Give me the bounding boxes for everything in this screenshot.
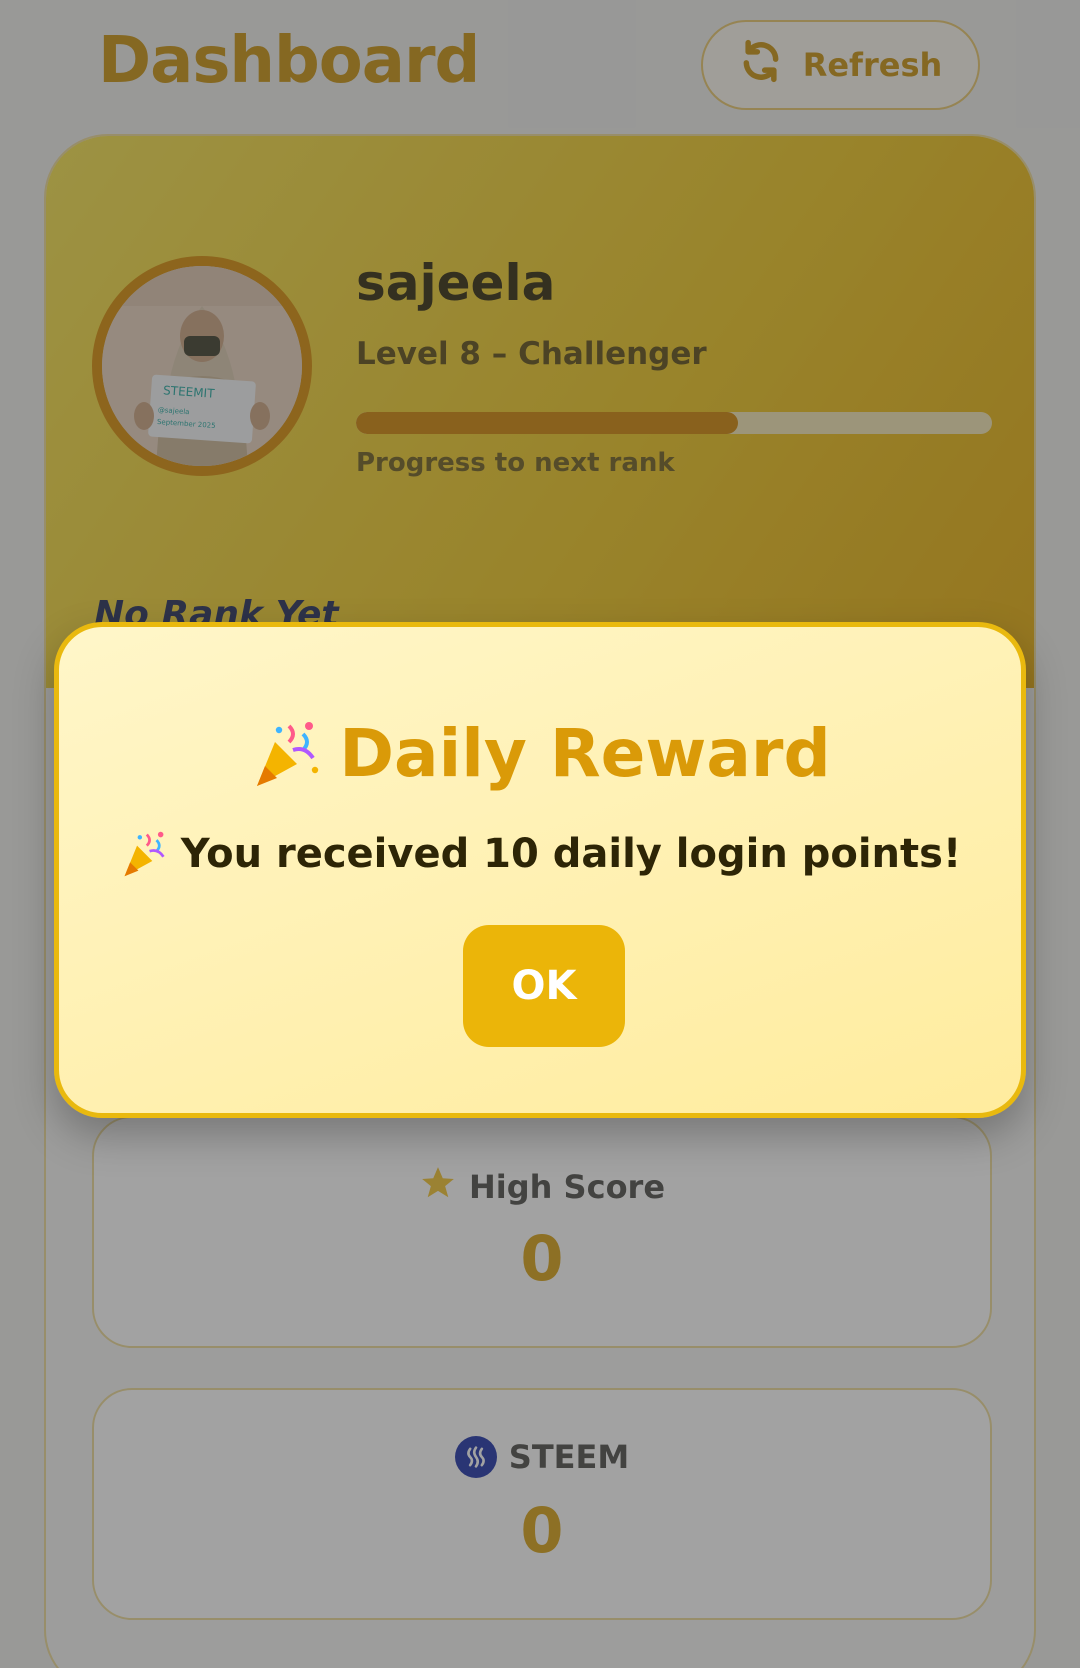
party-popper-icon xyxy=(119,829,169,879)
party-popper-icon xyxy=(249,718,321,790)
dialog-title: Daily Reward xyxy=(59,715,1021,792)
dialog-message-text: You received 10 daily login points! xyxy=(180,831,962,877)
ok-button[interactable]: OK xyxy=(463,925,625,1047)
dialog-message: You received 10 daily login points! xyxy=(59,829,1021,879)
daily-reward-dialog: Daily Reward You received 10 daily login… xyxy=(54,622,1026,1118)
dialog-title-text: Daily Reward xyxy=(339,715,831,792)
